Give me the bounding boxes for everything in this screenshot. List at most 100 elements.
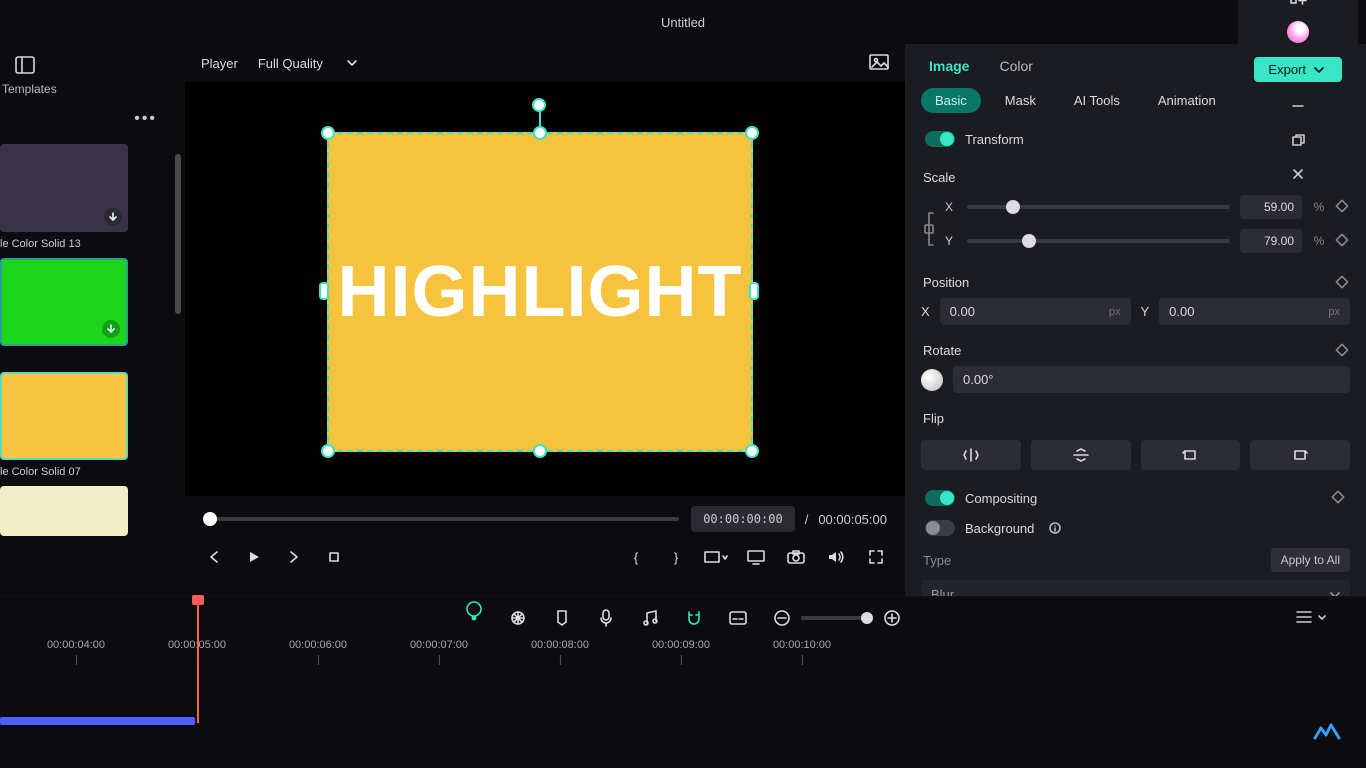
flip-vertical-button[interactable] (1031, 440, 1131, 470)
position-y-field[interactable]: 0.00px (1159, 298, 1350, 325)
resize-handle-tm[interactable] (535, 128, 545, 138)
keyframe-icon[interactable] (1336, 276, 1350, 290)
music-icon[interactable] (639, 607, 661, 629)
rotate-cw-button[interactable] (1250, 440, 1350, 470)
scrub-track[interactable] (203, 517, 679, 521)
zoom-in-button[interactable] (881, 607, 903, 629)
subtab-mask[interactable]: Mask (991, 88, 1050, 113)
transform-toggle[interactable] (925, 131, 955, 147)
selected-clip[interactable]: HIGHLIGHT (327, 132, 753, 452)
ruler-tick: 00:00:08:00 (531, 639, 589, 651)
ruler-tick: 00:00:09:00 (652, 639, 710, 651)
info-icon[interactable] (1044, 518, 1066, 538)
templates-panel: Templates ••• le Color Solid 13 le Color… (0, 44, 185, 596)
quality-dropdown[interactable]: Full Quality (258, 56, 357, 71)
scale-x-slider[interactable] (967, 205, 1230, 209)
marker-icon[interactable] (551, 607, 573, 629)
asset-label (0, 352, 185, 364)
play-button[interactable] (243, 546, 265, 568)
rotate-dial[interactable] (921, 369, 943, 391)
ruler-tick: 00:00:07:00 (410, 639, 468, 651)
scale-y-slider[interactable] (967, 239, 1230, 243)
asset-label: le Color Solid 13 (0, 238, 185, 250)
more-menu-button[interactable]: ••• (0, 96, 185, 136)
minimize-button[interactable] (1288, 96, 1308, 116)
mark-out-button[interactable]: } (665, 546, 687, 568)
compositing-toggle[interactable] (925, 490, 955, 506)
scale-x-value[interactable]: 59.00 (1240, 195, 1302, 219)
scale-y-value[interactable]: 79.00 (1240, 229, 1302, 253)
asset-thumbnail[interactable] (0, 144, 128, 232)
prev-frame-button[interactable] (203, 546, 225, 568)
close-button[interactable] (1288, 164, 1308, 184)
playhead[interactable] (197, 601, 199, 723)
apply-to-all-button[interactable]: Apply to All (1271, 548, 1350, 572)
download-icon[interactable] (104, 208, 122, 226)
position-x-field[interactable]: 0.00px (940, 298, 1131, 325)
asset-thumbnail-selected[interactable] (0, 372, 128, 460)
timeline-tool-smart[interactable] (463, 607, 485, 629)
axis-x-label: X (945, 200, 957, 214)
transform-label: Transform (965, 132, 1024, 147)
rotate-value-field[interactable]: 0.00° (953, 366, 1350, 393)
tab-image[interactable]: Image (929, 58, 969, 74)
magnet-icon[interactable] (683, 607, 705, 629)
next-frame-button[interactable] (283, 546, 305, 568)
stop-button[interactable] (323, 546, 345, 568)
caption-icon[interactable] (727, 607, 749, 629)
export-button[interactable]: Export (1254, 57, 1342, 82)
timeline-ruler[interactable]: 00:00:04:00 00:00:05:00 00:00:06:00 00:0… (0, 639, 1366, 675)
subtab-basic[interactable]: Basic (921, 88, 981, 113)
resize-handle-tl[interactable] (323, 128, 333, 138)
zoom-slider[interactable] (801, 616, 873, 620)
keyframe-icon[interactable] (1336, 344, 1350, 358)
resize-handle-tr[interactable] (747, 128, 757, 138)
link-aspect-icon[interactable] (921, 209, 937, 249)
scrollbar-thumb[interactable] (175, 154, 181, 314)
ruler-tick: 00:00:04:00 (47, 639, 105, 651)
crop-dropdown[interactable] (705, 546, 727, 568)
tab-color[interactable]: Color (999, 58, 1032, 74)
maximize-button[interactable] (1288, 130, 1308, 150)
mic-icon[interactable] (595, 607, 617, 629)
clip-text: HIGHLIGHT (338, 251, 743, 333)
zoom-knob[interactable] (861, 612, 873, 624)
mark-in-button[interactable]: { (625, 546, 647, 568)
rotate-handle[interactable] (534, 100, 544, 110)
keyframe-icon[interactable] (1336, 200, 1350, 214)
resize-handle-ml[interactable] (321, 284, 327, 298)
avatar[interactable] (1287, 21, 1309, 43)
background-toggle[interactable] (925, 520, 955, 536)
keyframe-icon[interactable] (1336, 234, 1350, 248)
camera-icon[interactable] (785, 546, 807, 568)
resize-handle-bl[interactable] (323, 446, 333, 456)
subtab-animation[interactable]: Animation (1144, 88, 1230, 113)
resize-handle-br[interactable] (747, 446, 757, 456)
fullscreen-icon[interactable] (865, 546, 887, 568)
timeline-tool-color[interactable] (507, 607, 529, 629)
display-icon[interactable] (745, 546, 767, 568)
asset-thumbnail[interactable] (0, 258, 128, 346)
keyframe-icon[interactable] (1332, 491, 1346, 505)
ruler-tick: 00:00:10:00 (773, 639, 831, 651)
zoom-out-button[interactable] (771, 607, 793, 629)
export-label: Export (1268, 62, 1306, 77)
timeline-clip[interactable] (0, 717, 195, 725)
resize-handle-bm[interactable] (535, 446, 545, 456)
preview-stage[interactable]: HIGHLIGHT (185, 82, 905, 496)
download-icon[interactable] (102, 320, 120, 338)
asset-thumbnail[interactable] (0, 486, 128, 536)
scrub-knob[interactable] (203, 512, 217, 526)
subtab-ai-tools[interactable]: AI Tools (1060, 88, 1134, 113)
apps-icon[interactable] (1290, 0, 1306, 7)
volume-icon[interactable] (825, 546, 847, 568)
resize-handle-mr[interactable] (751, 284, 757, 298)
rotate-ccw-button[interactable] (1141, 440, 1241, 470)
templates-tab[interactable]: Templates (0, 82, 185, 96)
snapshot-icon[interactable] (869, 54, 889, 73)
layout-icon[interactable] (12, 54, 38, 76)
flip-label: Flip (923, 411, 944, 426)
flip-horizontal-button[interactable] (921, 440, 1021, 470)
bg-type-dropdown[interactable]: Blur (921, 580, 1350, 596)
track-layout-icon[interactable] (1296, 610, 1312, 627)
